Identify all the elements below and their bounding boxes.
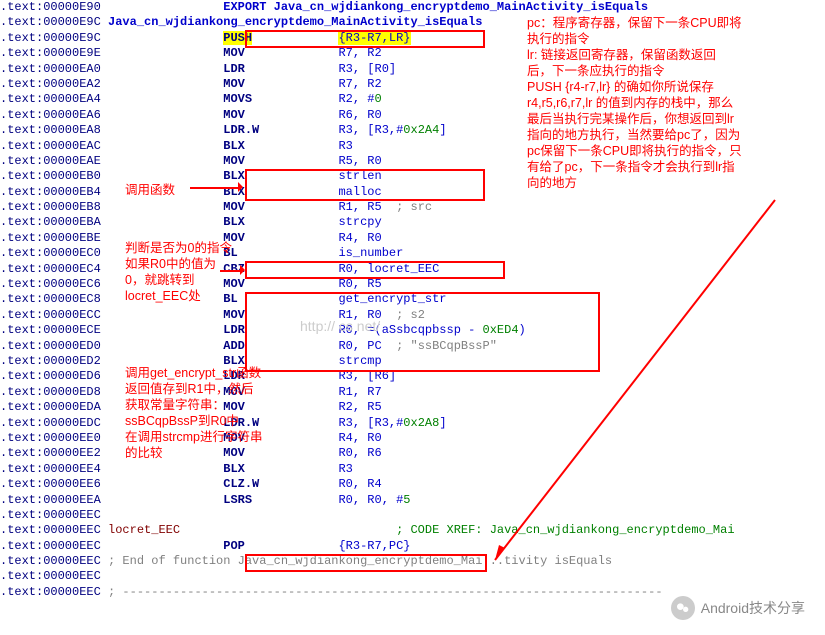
asm-line: .text:00000EBE MOV R4, R0 — [0, 231, 825, 246]
addr-label: .text:00000EBA — [0, 215, 101, 230]
asm-line: .text:00000EEC ; End of function Java_cn… — [0, 554, 825, 569]
addr-label: .text:00000EC8 — [0, 292, 101, 307]
asm-body: BLX R3 — [101, 139, 353, 154]
asm-body: MOV R7, R2 — [101, 46, 382, 61]
annot-cbz: 判断是否为0的指令 如果R0中的值为 0，就跳转到 locret_EEC处 — [125, 240, 240, 304]
addr-label: .text:00000E9E — [0, 46, 101, 61]
addr-label: .text:00000E9C — [0, 31, 101, 46]
wechat-label: Android技术分享 — [701, 598, 805, 618]
addr-label: .text:00000EE6 — [0, 477, 101, 492]
asm-line: .text:00000ED8 MOV R1, R7 — [0, 385, 825, 400]
asm-line: .text:00000ECE LDR R0, =(aSsbcqpbssp - 0… — [0, 323, 825, 338]
asm-line: .text:00000EE2 MOV R0, R6 — [0, 446, 825, 461]
asm-line: .text:00000E90 EXPORT Java_cn_wjdiankong… — [0, 0, 825, 15]
addr-label: .text:00000EDA — [0, 400, 101, 415]
addr-label: .text:00000EE2 — [0, 446, 101, 461]
asm-body: ADD R0, PC ; "ssBCqpBssP" — [101, 339, 497, 354]
addr-label: .text:00000EAE — [0, 154, 101, 169]
asm-line: .text:00000EDC LDR.W R3, [R3,#0x2A8] — [0, 416, 825, 431]
asm-line: .text:00000EC6 MOV R0, R5 — [0, 277, 825, 292]
asm-line: .text:00000EE6 CLZ.W R0, R4 — [0, 477, 825, 492]
addr-label: .text:00000EA4 — [0, 92, 101, 107]
asm-line: .text:00000ED2 BLX strcmp — [0, 354, 825, 369]
addr-label: .text:00000EEC — [0, 508, 101, 523]
asm-line: .text:00000EB8 MOV R1, R5 ; src — [0, 200, 825, 215]
asm-line: .text:00000EC0 BL is_number — [0, 246, 825, 261]
arrow-head-cbz — [240, 265, 250, 275]
asm-body: EXPORT Java_cn_wjdiankong_encryptdemo_Ma… — [101, 0, 648, 15]
addr-label: .text:00000EA8 — [0, 123, 101, 138]
addr-label: .text:00000EC4 — [0, 262, 101, 277]
annot-pc: pc：程序寄存器，保留下一条CPU即将 执行的指令 lr: 链接返回寄存器，保留… — [527, 15, 822, 191]
addr-label: .text:00000ED6 — [0, 369, 101, 384]
asm-line: .text:00000EEC POP {R3-R7,PC} — [0, 539, 825, 554]
asm-line: .text:00000ED6 LDR R3, [R6] — [0, 369, 825, 384]
asm-line: .text:00000EE0 MOV R4, R0 — [0, 431, 825, 446]
wechat-icon — [671, 596, 695, 620]
addr-label: .text:00000EDC — [0, 416, 101, 431]
asm-line: .text:00000EC8 BL get_encrypt_str — [0, 292, 825, 307]
asm-body: ; End of function Java_cn_wjdiankong_enc… — [101, 554, 612, 569]
watermark: http:// cs net/ — [300, 318, 380, 334]
addr-label: .text:00000EA6 — [0, 108, 101, 123]
asm-line: .text:00000EEC locret_EEC ; CODE XREF: J… — [0, 523, 825, 538]
addr-label: .text:00000ED0 — [0, 339, 101, 354]
addr-label: .text:00000EE4 — [0, 462, 101, 477]
arrow-call — [190, 187, 240, 189]
asm-body: MOV R5, R0 — [101, 154, 382, 169]
annot-encrypt: 调用get_encrypt_str函数 返回值存到R1中，然后 获取常量字符串：… — [125, 365, 285, 461]
asm-body: CLZ.W R0, R4 — [101, 477, 382, 492]
addr-label: .text:00000EB4 — [0, 185, 101, 200]
asm-line: .text:00000ED0 ADD R0, PC ; "ssBCqpBssP" — [0, 339, 825, 354]
asm-body: Java_cn_wjdiankong_encryptdemo_MainActiv… — [101, 15, 483, 30]
asm-body: BLX R3 — [101, 462, 353, 477]
addr-label: .text:00000EEC — [0, 539, 101, 554]
asm-line: .text:00000EBA BLX strcpy — [0, 215, 825, 230]
asm-line: .text:00000EEC — [0, 508, 825, 523]
arrow-head-call — [238, 182, 248, 192]
addr-label: .text:00000EEC — [0, 523, 101, 538]
addr-label: .text:00000EBE — [0, 231, 101, 246]
annot-call-func: 调用函数 — [125, 182, 175, 198]
asm-body: MOV R7, R2 — [101, 77, 382, 92]
addr-label: .text:00000ED2 — [0, 354, 101, 369]
asm-line: .text:00000EEA LSRS R0, R0, #5 — [0, 493, 825, 508]
asm-line: .text:00000EC4 CBZ R0, locret_EEC — [0, 262, 825, 277]
addr-label: .text:00000EB0 — [0, 169, 101, 184]
addr-label: .text:00000EEA — [0, 493, 101, 508]
addr-label: .text:00000E9C — [0, 15, 101, 30]
addr-label: .text:00000ED8 — [0, 385, 101, 400]
asm-body: BLX strcpy — [101, 215, 382, 230]
wechat-footer: Android技术分享 — [671, 596, 805, 620]
addr-label: .text:00000EEC — [0, 585, 101, 600]
asm-line: .text:00000EDA MOV R2, R5 — [0, 400, 825, 415]
asm-body: PUSH {R3-R7,LR} — [101, 31, 411, 46]
asm-body: MOV R1, R5 ; src — [101, 200, 432, 215]
addr-label: .text:00000EA2 — [0, 77, 101, 92]
asm-body: POP {R3-R7,PC} — [101, 539, 411, 554]
addr-label: .text:00000EA0 — [0, 62, 101, 77]
asm-body: LDR R3, [R0] — [101, 62, 396, 77]
asm-body: locret_EEC ; CODE XREF: Java_cn_wjdianko… — [101, 523, 735, 538]
asm-body: LSRS R0, R0, #5 — [101, 493, 411, 508]
addr-label: .text:00000ECE — [0, 323, 101, 338]
addr-label: .text:00000EB8 — [0, 200, 101, 215]
asm-line: .text:00000EEC — [0, 569, 825, 584]
addr-label: .text:00000EC6 — [0, 277, 101, 292]
addr-label: .text:00000E90 — [0, 0, 101, 15]
addr-label: .text:00000EC0 — [0, 246, 101, 261]
addr-label: .text:00000EAC — [0, 139, 101, 154]
addr-label: .text:00000EEC — [0, 554, 101, 569]
addr-label: .text:00000ECC — [0, 308, 101, 323]
addr-label: .text:00000EE0 — [0, 431, 101, 446]
asm-body: MOV R6, R0 — [101, 108, 382, 123]
asm-line: .text:00000ECC MOV R1, R0 ; s2 — [0, 308, 825, 323]
addr-label: .text:00000EEC — [0, 569, 101, 584]
asm-body: LDR.W R3, [R3,#0x2A4] — [101, 123, 447, 138]
asm-body: ; --------------------------------------… — [101, 585, 663, 600]
asm-body: MOVS R2, #0 — [101, 92, 382, 107]
asm-line: .text:00000EE4 BLX R3 — [0, 462, 825, 477]
